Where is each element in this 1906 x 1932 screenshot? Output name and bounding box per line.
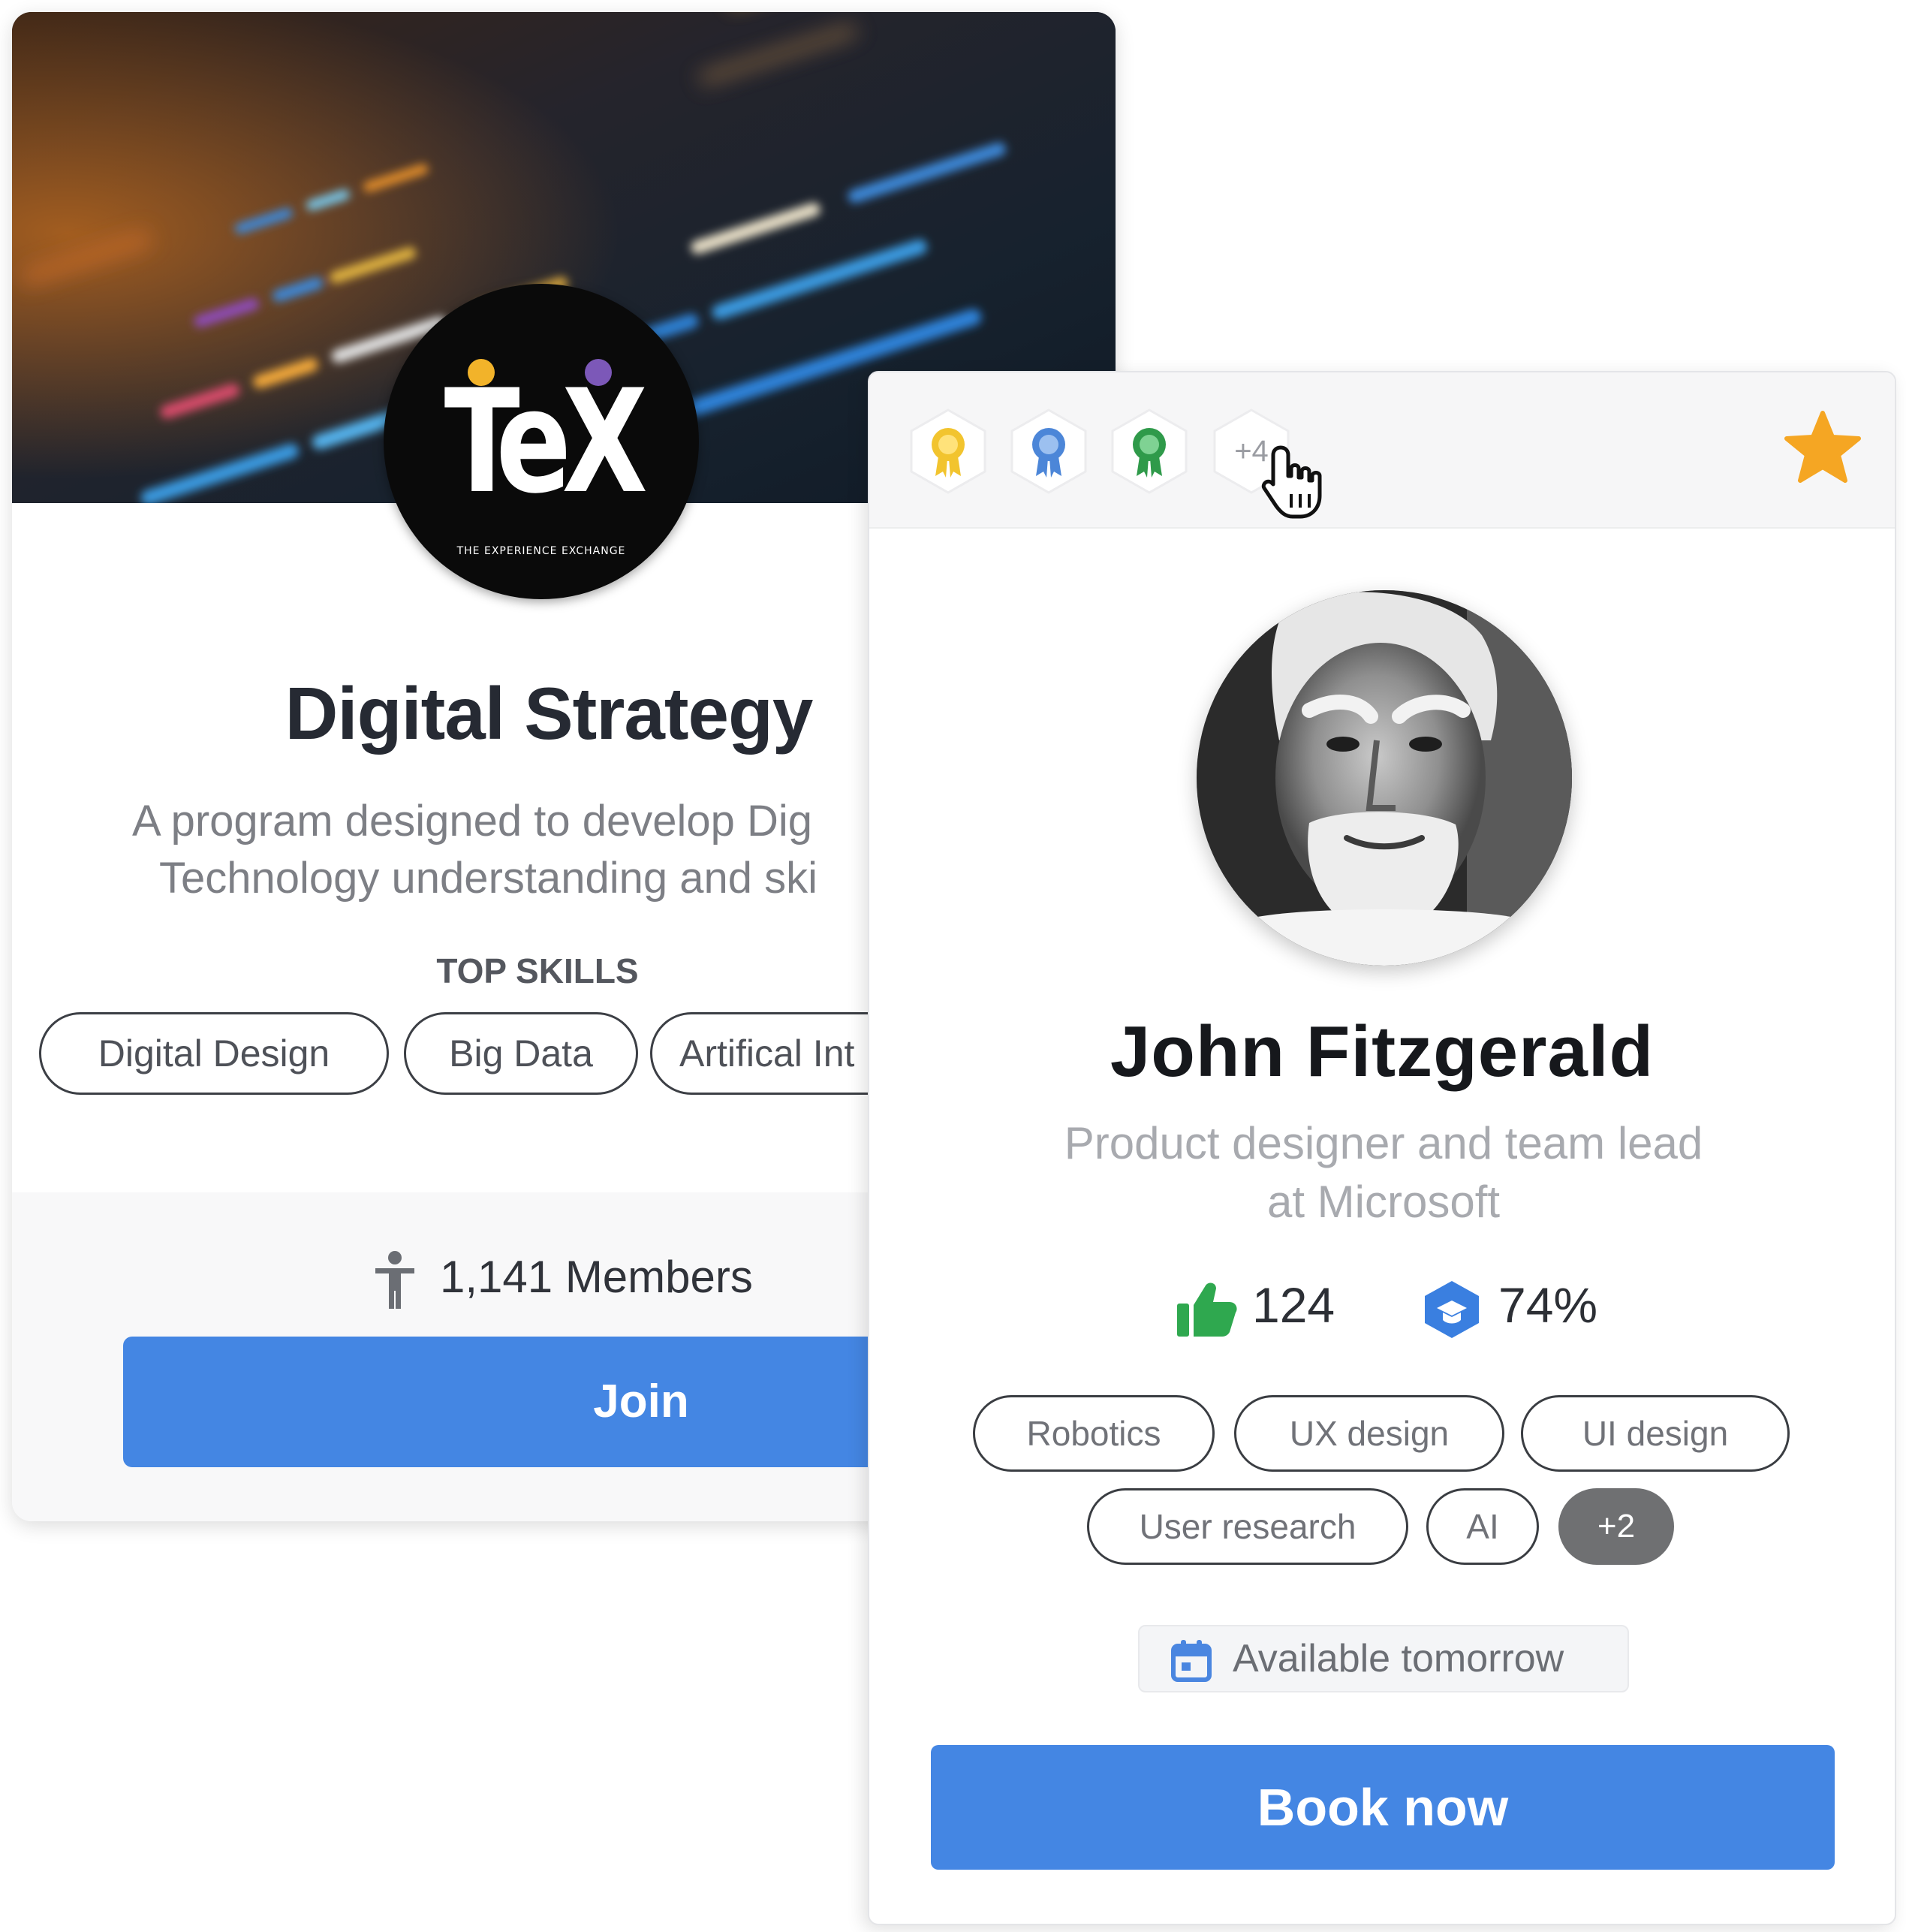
mentor-portrait — [1197, 590, 1572, 966]
more-skills-button[interactable]: +2 — [1558, 1488, 1674, 1565]
screenshot-stage: TeX THE EXPERIENCE EXCHANGE Digital Stra… — [0, 0, 1906, 1932]
gold-award-icon[interactable] — [904, 407, 992, 496]
favorite-star-icon[interactable] — [1784, 408, 1862, 487]
mentor-skill-pill[interactable]: AI — [1426, 1488, 1539, 1565]
blue-award-icon[interactable] — [1004, 407, 1093, 496]
mentor-card-header: +4 — [869, 372, 1895, 529]
likes-stat: 124 — [1176, 1267, 1335, 1343]
mentor-skill-pill[interactable]: Robotics — [973, 1395, 1215, 1472]
green-award-icon[interactable] — [1105, 407, 1194, 496]
mentor-role-line-2: at Microsoft — [1266, 1177, 1501, 1227]
thumbs-up-icon — [1177, 1282, 1237, 1337]
availability-badge: Available tomorrow — [1138, 1625, 1629, 1692]
program-logo: TeX THE EXPERIENCE EXCHANGE — [384, 284, 699, 599]
person-icon — [375, 1251, 414, 1310]
mentor-skill-pill[interactable]: User research — [1087, 1488, 1408, 1565]
calendar-icon — [1171, 1640, 1212, 1682]
mentor-name: John Fitzgerald — [1110, 1011, 1655, 1092]
logo-wordmark: TeX — [444, 359, 648, 525]
mentor-skill-pill[interactable]: UX design — [1234, 1395, 1504, 1472]
mentor-stats: 124 74% — [869, 1267, 1895, 1343]
program-description-line-1: A program designed to develop Dig — [132, 797, 813, 845]
program-skill-pill[interactable]: Big Data — [404, 1012, 638, 1095]
mentor-skill-pill[interactable]: UI design — [1521, 1395, 1790, 1472]
members-count: 1,141 Members — [372, 1243, 753, 1311]
likes-count: 124 — [1252, 1277, 1335, 1333]
members-label: 1,141 Members — [440, 1252, 753, 1302]
mentor-role: Product designer and team lead at Micros… — [974, 1114, 1793, 1231]
mentor-role-line-1: Product designer and team lead — [1064, 1118, 1703, 1168]
program-skill-pill[interactable]: Digital Design — [39, 1012, 389, 1095]
score-shield-icon — [1425, 1280, 1479, 1338]
mentor-avatar — [1197, 590, 1572, 966]
book-now-button[interactable]: Book now — [931, 1745, 1835, 1870]
mentor-card[interactable]: +4 John Fitzgerald Product designer and … — [868, 371, 1896, 1925]
hand-pointer-cursor-icon — [1261, 445, 1322, 519]
score-percent: 74% — [1498, 1277, 1598, 1333]
score-stat: 74% — [1420, 1267, 1597, 1343]
availability-label: Available tomorrow — [1233, 1637, 1564, 1680]
logo-subtitle: THE EXPERIENCE EXCHANGE — [456, 545, 626, 557]
